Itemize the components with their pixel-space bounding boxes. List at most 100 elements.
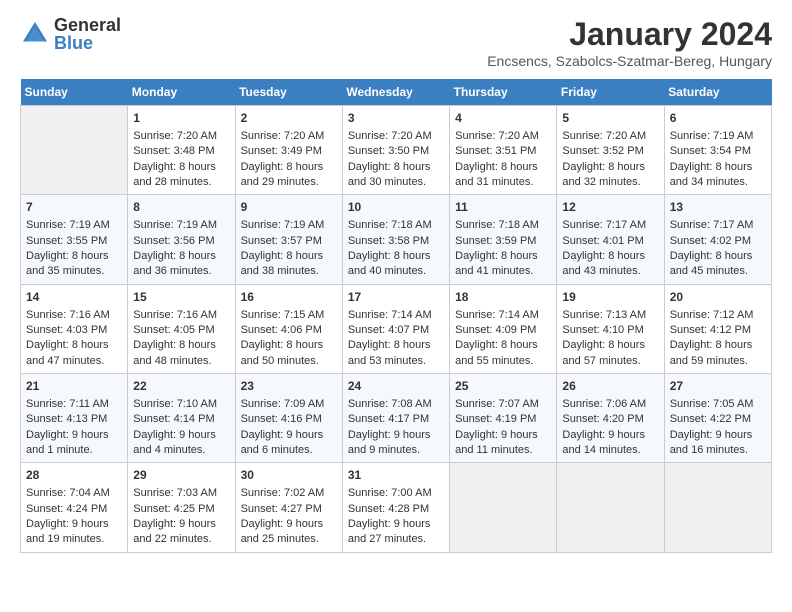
- daylight-text: Daylight: 8 hours and 55 minutes.: [455, 339, 538, 366]
- calendar-cell: 27 Sunrise: 7:05 AM Sunset: 4:22 PM Dayl…: [664, 374, 771, 463]
- day-number: 5: [562, 110, 658, 127]
- sunrise-text: Sunrise: 7:20 AM: [241, 130, 325, 142]
- weekday-header-monday: Monday: [128, 79, 235, 106]
- daylight-text: Daylight: 8 hours and 31 minutes.: [455, 161, 538, 188]
- calendar-cell: 1 Sunrise: 7:20 AM Sunset: 3:48 PM Dayli…: [128, 106, 235, 195]
- sunset-text: Sunset: 4:07 PM: [348, 324, 429, 336]
- logo: General Blue: [20, 16, 121, 52]
- sunrise-text: Sunrise: 7:16 AM: [133, 309, 217, 321]
- calendar-cell: [557, 463, 664, 552]
- weekday-header-tuesday: Tuesday: [235, 79, 342, 106]
- calendar-cell: 9 Sunrise: 7:19 AM Sunset: 3:57 PM Dayli…: [235, 195, 342, 284]
- daylight-text: Daylight: 8 hours and 41 minutes.: [455, 250, 538, 277]
- sunrise-text: Sunrise: 7:20 AM: [348, 130, 432, 142]
- day-number: 29: [133, 467, 229, 484]
- calendar-cell: 16 Sunrise: 7:15 AM Sunset: 4:06 PM Dayl…: [235, 284, 342, 373]
- weekday-header-sunday: Sunday: [21, 79, 128, 106]
- page-header: General Blue January 2024 Encsencs, Szab…: [20, 16, 772, 69]
- sunrise-text: Sunrise: 7:12 AM: [670, 309, 754, 321]
- sunrise-text: Sunrise: 7:18 AM: [348, 219, 432, 231]
- calendar-cell: 15 Sunrise: 7:16 AM Sunset: 4:05 PM Dayl…: [128, 284, 235, 373]
- sunrise-text: Sunrise: 7:16 AM: [26, 309, 110, 321]
- sunset-text: Sunset: 4:19 PM: [455, 413, 536, 425]
- sunrise-text: Sunrise: 7:14 AM: [455, 309, 539, 321]
- sunset-text: Sunset: 4:17 PM: [348, 413, 429, 425]
- calendar-cell: 7 Sunrise: 7:19 AM Sunset: 3:55 PM Dayli…: [21, 195, 128, 284]
- sunrise-text: Sunrise: 7:00 AM: [348, 487, 432, 499]
- calendar-cell: 2 Sunrise: 7:20 AM Sunset: 3:49 PM Dayli…: [235, 106, 342, 195]
- day-number: 11: [455, 199, 551, 216]
- calendar-cell: [21, 106, 128, 195]
- day-number: 24: [348, 378, 444, 395]
- daylight-text: Daylight: 8 hours and 43 minutes.: [562, 250, 645, 277]
- calendar-cell: 19 Sunrise: 7:13 AM Sunset: 4:10 PM Dayl…: [557, 284, 664, 373]
- calendar-cell: 8 Sunrise: 7:19 AM Sunset: 3:56 PM Dayli…: [128, 195, 235, 284]
- sunset-text: Sunset: 4:09 PM: [455, 324, 536, 336]
- sunset-text: Sunset: 4:10 PM: [562, 324, 643, 336]
- sunrise-text: Sunrise: 7:09 AM: [241, 398, 325, 410]
- sunrise-text: Sunrise: 7:15 AM: [241, 309, 325, 321]
- calendar-cell: 29 Sunrise: 7:03 AM Sunset: 4:25 PM Dayl…: [128, 463, 235, 552]
- weekday-header-saturday: Saturday: [664, 79, 771, 106]
- day-number: 27: [670, 378, 766, 395]
- daylight-text: Daylight: 8 hours and 50 minutes.: [241, 339, 324, 366]
- day-number: 18: [455, 289, 551, 306]
- day-number: 15: [133, 289, 229, 306]
- calendar-cell: 31 Sunrise: 7:00 AM Sunset: 4:28 PM Dayl…: [342, 463, 449, 552]
- calendar-cell: 28 Sunrise: 7:04 AM Sunset: 4:24 PM Dayl…: [21, 463, 128, 552]
- week-row-5: 28 Sunrise: 7:04 AM Sunset: 4:24 PM Dayl…: [21, 463, 772, 552]
- day-number: 22: [133, 378, 229, 395]
- calendar-cell: 12 Sunrise: 7:17 AM Sunset: 4:01 PM Dayl…: [557, 195, 664, 284]
- daylight-text: Daylight: 9 hours and 4 minutes.: [133, 429, 216, 456]
- sunrise-text: Sunrise: 7:18 AM: [455, 219, 539, 231]
- day-number: 28: [26, 467, 122, 484]
- sunset-text: Sunset: 3:59 PM: [455, 235, 536, 247]
- sunset-text: Sunset: 3:52 PM: [562, 145, 643, 157]
- week-row-4: 21 Sunrise: 7:11 AM Sunset: 4:13 PM Dayl…: [21, 374, 772, 463]
- logo-icon: [20, 19, 50, 49]
- sunrise-text: Sunrise: 7:11 AM: [26, 398, 109, 410]
- weekday-header-thursday: Thursday: [450, 79, 557, 106]
- daylight-text: Daylight: 9 hours and 6 minutes.: [241, 429, 324, 456]
- calendar-cell: 17 Sunrise: 7:14 AM Sunset: 4:07 PM Dayl…: [342, 284, 449, 373]
- daylight-text: Daylight: 8 hours and 48 minutes.: [133, 339, 216, 366]
- calendar-cell: 13 Sunrise: 7:17 AM Sunset: 4:02 PM Dayl…: [664, 195, 771, 284]
- calendar-cell: 3 Sunrise: 7:20 AM Sunset: 3:50 PM Dayli…: [342, 106, 449, 195]
- sunset-text: Sunset: 3:54 PM: [670, 145, 751, 157]
- title-block: January 2024 Encsencs, Szabolcs-Szatmar-…: [487, 16, 772, 69]
- sunrise-text: Sunrise: 7:19 AM: [670, 130, 754, 142]
- sunset-text: Sunset: 4:01 PM: [562, 235, 643, 247]
- daylight-text: Daylight: 8 hours and 36 minutes.: [133, 250, 216, 277]
- week-row-1: 1 Sunrise: 7:20 AM Sunset: 3:48 PM Dayli…: [21, 106, 772, 195]
- daylight-text: Daylight: 8 hours and 32 minutes.: [562, 161, 645, 188]
- day-number: 7: [26, 199, 122, 216]
- logo-blue: Blue: [54, 34, 121, 52]
- calendar-cell: 25 Sunrise: 7:07 AM Sunset: 4:19 PM Dayl…: [450, 374, 557, 463]
- sunrise-text: Sunrise: 7:17 AM: [562, 219, 646, 231]
- weekday-header-row: SundayMondayTuesdayWednesdayThursdayFrid…: [21, 79, 772, 106]
- calendar-table: SundayMondayTuesdayWednesdayThursdayFrid…: [20, 79, 772, 553]
- day-number: 30: [241, 467, 337, 484]
- calendar-cell: 18 Sunrise: 7:14 AM Sunset: 4:09 PM Dayl…: [450, 284, 557, 373]
- week-row-2: 7 Sunrise: 7:19 AM Sunset: 3:55 PM Dayli…: [21, 195, 772, 284]
- month-year-title: January 2024: [487, 16, 772, 53]
- day-number: 25: [455, 378, 551, 395]
- sunrise-text: Sunrise: 7:05 AM: [670, 398, 754, 410]
- daylight-text: Daylight: 9 hours and 27 minutes.: [348, 518, 431, 545]
- daylight-text: Daylight: 8 hours and 57 minutes.: [562, 339, 645, 366]
- daylight-text: Daylight: 8 hours and 28 minutes.: [133, 161, 216, 188]
- daylight-text: Daylight: 8 hours and 40 minutes.: [348, 250, 431, 277]
- sunrise-text: Sunrise: 7:20 AM: [562, 130, 646, 142]
- sunset-text: Sunset: 3:57 PM: [241, 235, 322, 247]
- day-number: 4: [455, 110, 551, 127]
- day-number: 9: [241, 199, 337, 216]
- day-number: 1: [133, 110, 229, 127]
- calendar-cell: 21 Sunrise: 7:11 AM Sunset: 4:13 PM Dayl…: [21, 374, 128, 463]
- calendar-cell: 10 Sunrise: 7:18 AM Sunset: 3:58 PM Dayl…: [342, 195, 449, 284]
- daylight-text: Daylight: 8 hours and 34 minutes.: [670, 161, 753, 188]
- daylight-text: Daylight: 8 hours and 53 minutes.: [348, 339, 431, 366]
- weekday-header-friday: Friday: [557, 79, 664, 106]
- day-number: 3: [348, 110, 444, 127]
- sunset-text: Sunset: 4:25 PM: [133, 503, 214, 515]
- daylight-text: Daylight: 8 hours and 59 minutes.: [670, 339, 753, 366]
